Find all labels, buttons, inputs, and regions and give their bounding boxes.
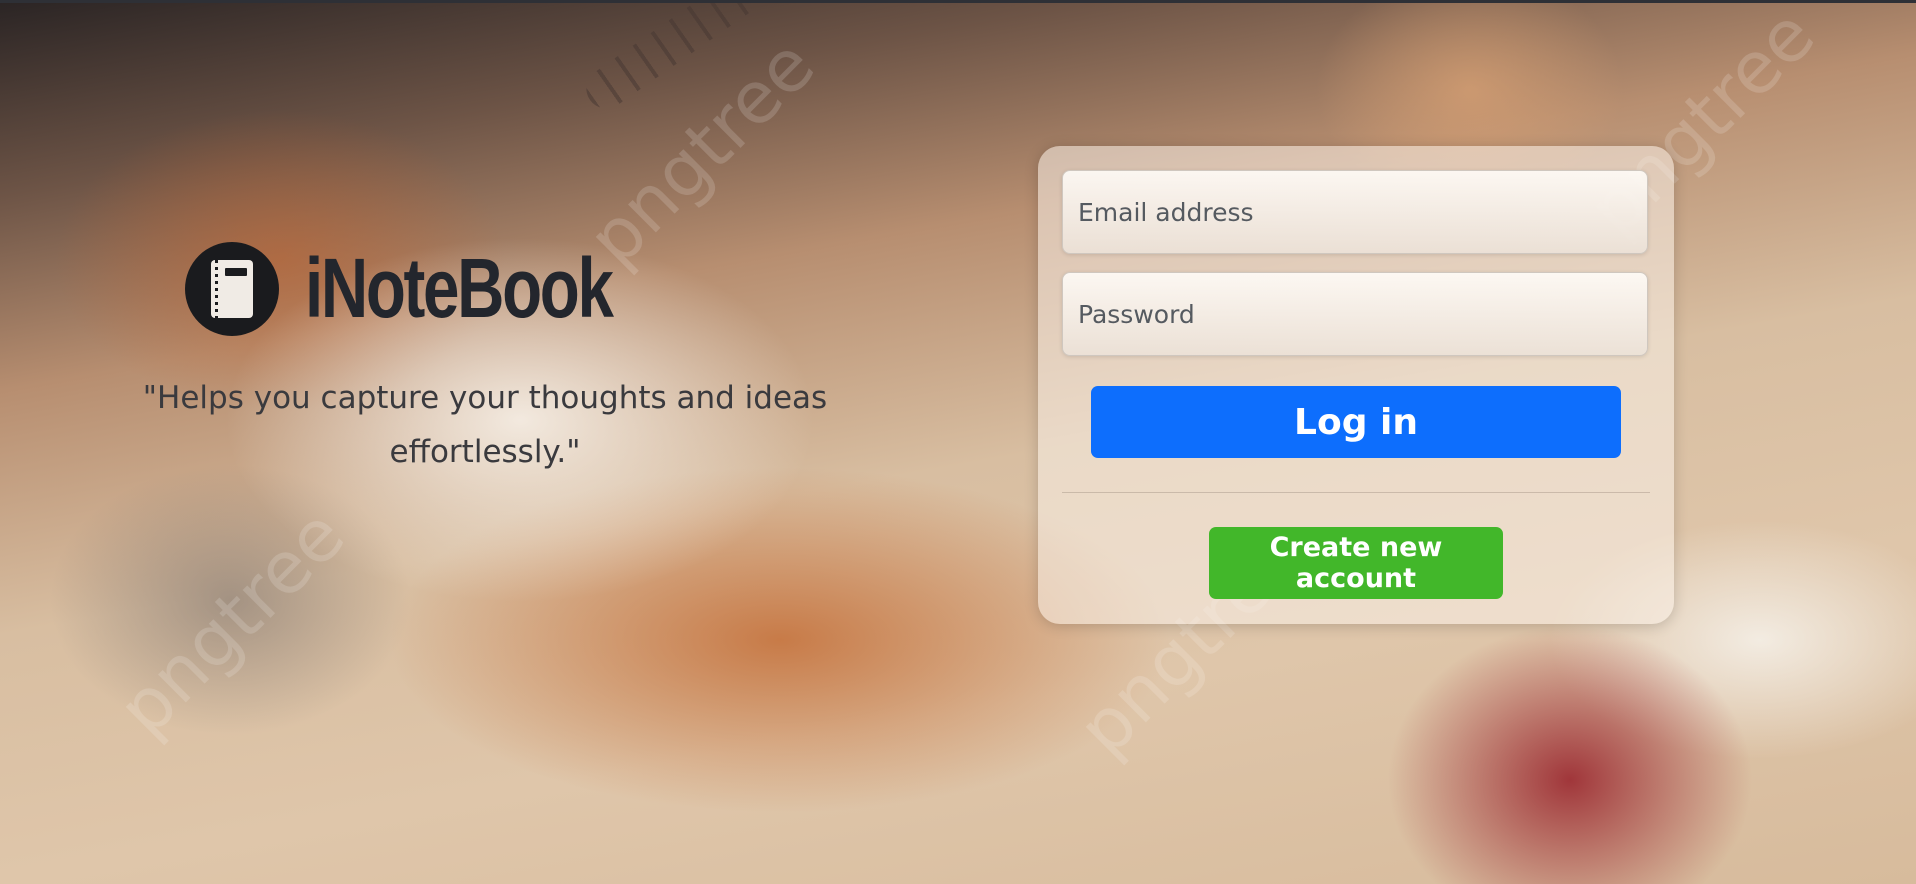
brand-section: iNoteBook "Helps you capture your though… — [100, 240, 870, 479]
password-field[interactable] — [1062, 272, 1648, 356]
login-button[interactable]: Log in — [1091, 386, 1621, 458]
login-card: Log in Create new account — [1038, 146, 1674, 624]
brand-tagline: "Helps you capture your thoughts and ide… — [142, 380, 828, 470]
notebook-icon — [185, 241, 279, 336]
notebook-glyph — [211, 259, 253, 318]
brand-header: iNoteBook — [40, 240, 870, 337]
top-border — [0, 0, 1916, 3]
email-field[interactable] — [1062, 170, 1648, 254]
divider — [1062, 492, 1650, 493]
create-account-button[interactable]: Create new account — [1209, 527, 1503, 599]
brand-title: iNoteBook — [305, 241, 614, 335]
